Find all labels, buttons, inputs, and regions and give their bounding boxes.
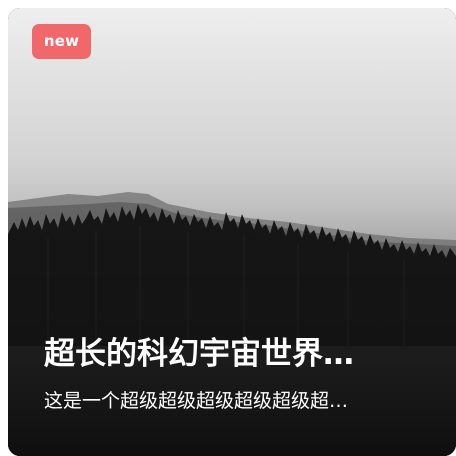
card-subtitle: 这是一个超级超级超级超级超级超… [44,390,349,412]
card-title: 超长的科幻宇宙世界… [44,336,354,372]
content-card[interactable]: new 超长的科幻宇宙世界… 这是一个超级超级超级超级超级超… [8,8,456,456]
new-badge: new [32,24,91,59]
